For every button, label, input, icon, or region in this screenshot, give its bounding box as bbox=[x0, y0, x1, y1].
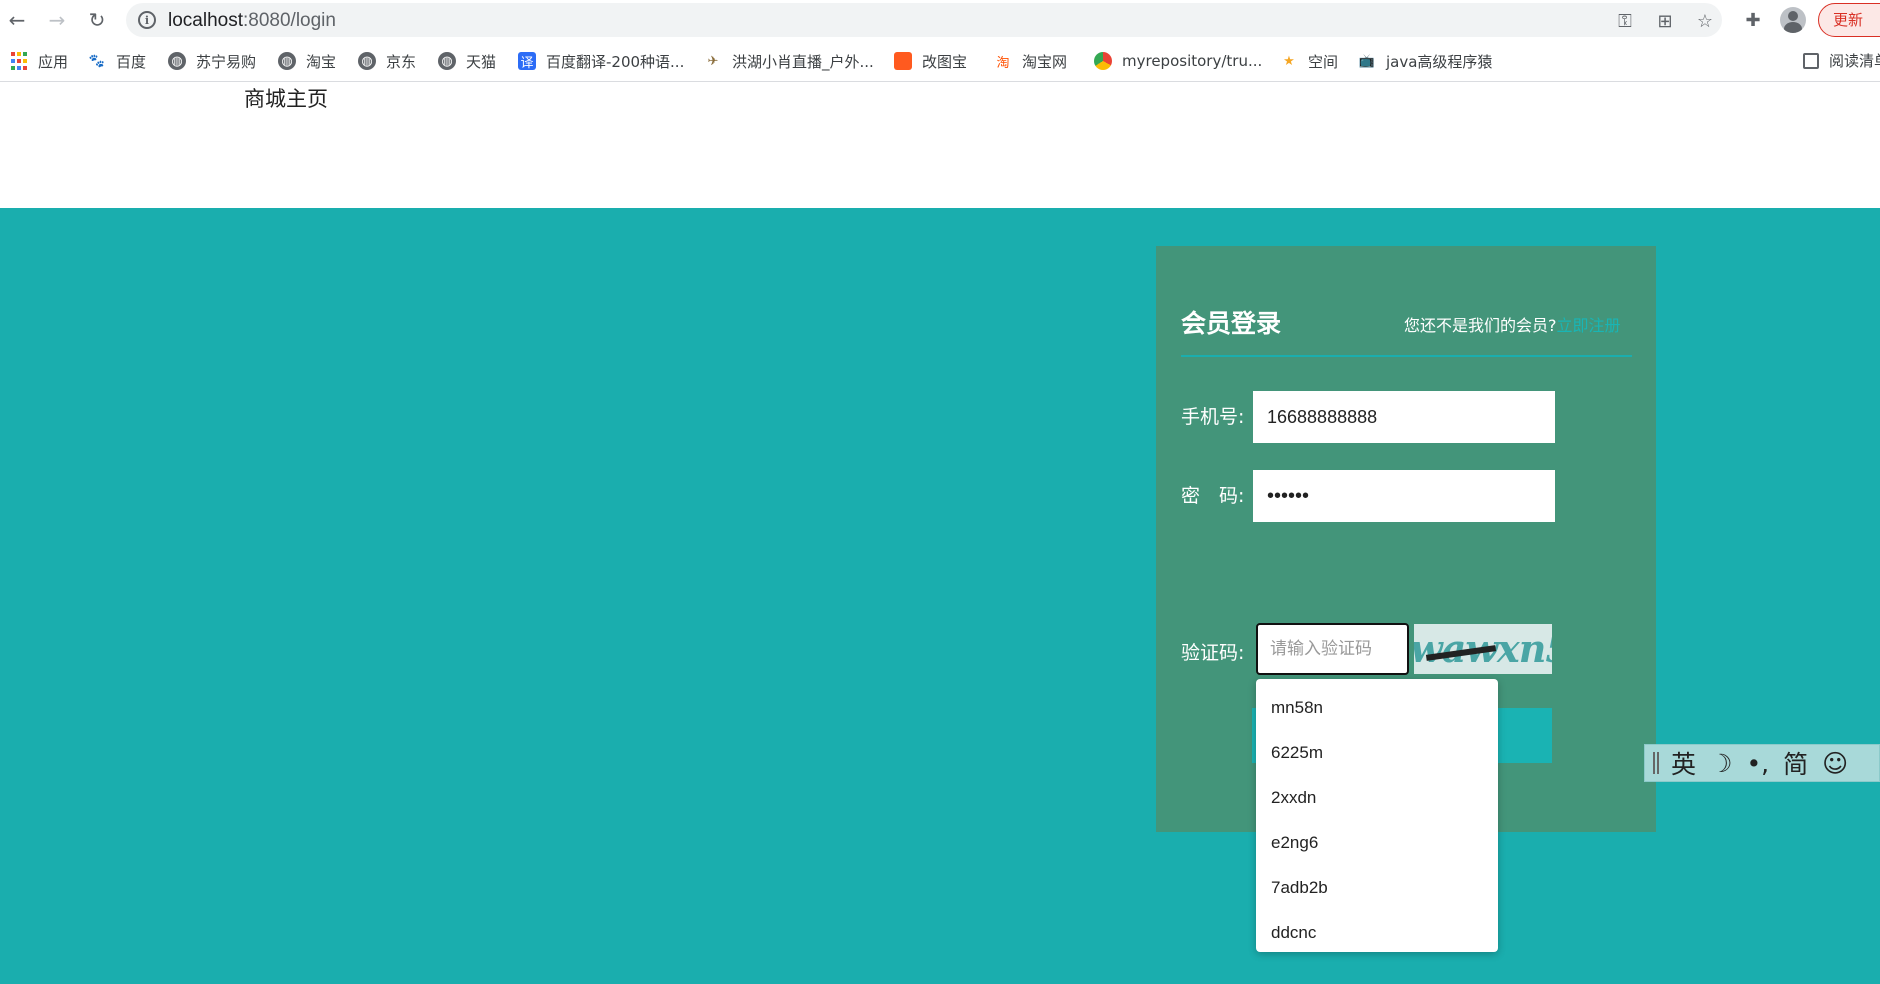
bookmark-label: 空间 bbox=[1308, 52, 1339, 71]
bookmark-baidu[interactable]: 🐾 百度 bbox=[88, 50, 146, 72]
captcha-input[interactable]: 请输入验证码 bbox=[1256, 623, 1409, 675]
chrome-icon bbox=[1094, 52, 1112, 70]
globe-icon: ◍ bbox=[278, 52, 296, 70]
autocomplete-option[interactable]: 2xxdn bbox=[1256, 775, 1498, 820]
url-host: localhost bbox=[168, 10, 243, 31]
star-icon[interactable]: ☆ bbox=[1694, 10, 1716, 32]
bookmark-label: 百度翻译-200种语... bbox=[546, 52, 685, 71]
url-path: :8080/login bbox=[243, 10, 336, 31]
translate-page-icon[interactable]: ⊞ bbox=[1654, 10, 1676, 32]
captcha-label: 验证码: bbox=[1181, 642, 1245, 664]
bookmark-label: 改图宝 bbox=[922, 52, 968, 71]
bookmark-jd[interactable]: ◍ 京东 bbox=[358, 50, 416, 72]
home-link[interactable]: 商城主页 bbox=[244, 83, 328, 113]
register-link[interactable]: 立即注册 bbox=[1557, 316, 1621, 335]
translate-icon: 译 bbox=[518, 52, 536, 71]
bookmark-label: 洪湖小肖直播_户外... bbox=[732, 52, 874, 71]
bookmark-suning[interactable]: ◍ 苏宁易购 bbox=[168, 50, 256, 72]
gaitubao-icon bbox=[894, 52, 912, 70]
ime-drag-handle[interactable] bbox=[1653, 752, 1659, 774]
bookmark-qzone[interactable]: ★ 空间 bbox=[1280, 50, 1338, 72]
ime-toolbar: 英 ☽ •, 简 ☺ bbox=[1644, 744, 1880, 782]
reading-list-icon bbox=[1803, 52, 1819, 69]
reading-list-label: 阅读清单 bbox=[1829, 52, 1880, 70]
globe-icon: ◍ bbox=[168, 52, 186, 70]
not-member-text: 您还不是我们的会员? bbox=[1404, 316, 1557, 335]
autocomplete-option[interactable]: 6225m bbox=[1256, 730, 1498, 775]
ime-emoji-icon[interactable]: ☺ bbox=[1822, 749, 1848, 778]
bookmark-apps[interactable]: 应用 bbox=[10, 50, 68, 72]
ime-simplified-toggle[interactable]: 简 bbox=[1783, 745, 1808, 781]
phone-label: 手机号: bbox=[1181, 406, 1245, 428]
ime-language-toggle[interactable]: 英 bbox=[1671, 745, 1696, 781]
ime-moon-icon[interactable]: ☽ bbox=[1710, 749, 1732, 778]
password-field[interactable]: •••••• bbox=[1253, 470, 1555, 522]
autocomplete-option[interactable]: e2ng6 bbox=[1256, 820, 1498, 865]
url-text[interactable]: localhost:8080/login bbox=[168, 10, 336, 32]
taobao-icon: 淘 bbox=[996, 55, 1010, 71]
browser-toolbar: ← → ↻ i localhost:8080/login ⚿ ⊞ ☆ ✚ 更新 bbox=[0, 0, 1880, 40]
bookmark-taobao[interactable]: ◍ 淘宝 bbox=[278, 50, 336, 72]
bookmark-label: 天猫 bbox=[466, 52, 497, 71]
bookmark-label: myrepository/tru... bbox=[1122, 52, 1263, 70]
globe-icon: ◍ bbox=[358, 52, 376, 70]
autocomplete-option[interactable]: ddcnc bbox=[1256, 910, 1498, 955]
bookmark-gaitubao[interactable]: 改图宝 bbox=[894, 50, 967, 72]
autocomplete-dropdown: mn58n 6225m 2xxdn e2ng6 7adb2b ddcnc bbox=[1256, 679, 1498, 952]
forward-arrow-icon[interactable]: → bbox=[44, 7, 70, 33]
update-button[interactable]: 更新 bbox=[1818, 3, 1880, 37]
reading-list[interactable]: 阅读清单 bbox=[1803, 50, 1880, 71]
bookmark-taobaowang[interactable]: 淘 淘宝网 bbox=[994, 50, 1067, 72]
login-banner: 会员登录 您还不是我们的会员?立即注册 手机号: 16688888888 密 码… bbox=[0, 208, 1880, 984]
bookmark-java[interactable]: 📺 java高级程序猿 bbox=[1358, 50, 1493, 72]
qzone-icon: ★ bbox=[1283, 53, 1295, 69]
bookmark-tmall[interactable]: ◍ 天猫 bbox=[438, 50, 496, 72]
phone-field[interactable]: 16688888888 bbox=[1253, 391, 1555, 443]
bookmark-honghu[interactable]: ✈ 洪湖小肖直播_户外... bbox=[704, 50, 874, 72]
bookmark-label: 淘宝 bbox=[306, 52, 337, 71]
profile-avatar-icon[interactable] bbox=[1780, 7, 1806, 33]
bookmark-label: java高级程序猿 bbox=[1386, 52, 1493, 71]
register-prompt: 您还不是我们的会员?立即注册 bbox=[1404, 312, 1621, 336]
bookmark-myrepository[interactable]: myrepository/tru... bbox=[1094, 50, 1262, 72]
back-arrow-icon[interactable]: ← bbox=[4, 7, 30, 33]
bookmark-label: 百度 bbox=[116, 52, 147, 71]
title-divider bbox=[1181, 355, 1632, 357]
bookmark-label: 淘宝网 bbox=[1022, 52, 1068, 71]
bookmarks-bar: 应用 🐾 百度 ◍ 苏宁易购 ◍ 淘宝 ◍ 京东 ◍ 天猫 译 百度翻译-200… bbox=[0, 40, 1880, 82]
autocomplete-option[interactable]: 7adb2b bbox=[1256, 865, 1498, 910]
baidu-icon: 🐾 bbox=[88, 53, 106, 69]
extensions-puzzle-icon[interactable]: ✚ bbox=[1740, 7, 1766, 33]
apps-grid-icon bbox=[10, 52, 28, 70]
bookmark-baidu-translate[interactable]: 译 百度翻译-200种语... bbox=[518, 50, 684, 72]
login-title: 会员登录 bbox=[1181, 309, 1282, 338]
bookmark-label: 京东 bbox=[386, 52, 417, 71]
bookmark-label: 苏宁易购 bbox=[196, 52, 257, 71]
password-label: 密 码: bbox=[1181, 485, 1245, 507]
ime-punctuation-toggle[interactable]: •, bbox=[1746, 749, 1769, 778]
autocomplete-option[interactable]: mn58n bbox=[1256, 685, 1498, 730]
bird-icon: ✈ bbox=[707, 53, 719, 69]
address-bar[interactable]: i localhost:8080/login ⚿ ⊞ ☆ bbox=[126, 3, 1722, 37]
bilibili-icon: 📺 bbox=[1358, 53, 1376, 69]
key-icon[interactable]: ⚿ bbox=[1614, 10, 1636, 32]
bookmark-label: 应用 bbox=[38, 52, 69, 71]
site-info-icon[interactable]: i bbox=[138, 11, 156, 29]
captcha-image[interactable]: wawxn5 bbox=[1414, 624, 1552, 674]
page-content: 商城主页 会员登录 您还不是我们的会员?立即注册 手机号: 1668888888… bbox=[0, 83, 1880, 984]
globe-icon: ◍ bbox=[438, 52, 456, 70]
reload-icon[interactable]: ↻ bbox=[84, 7, 110, 33]
